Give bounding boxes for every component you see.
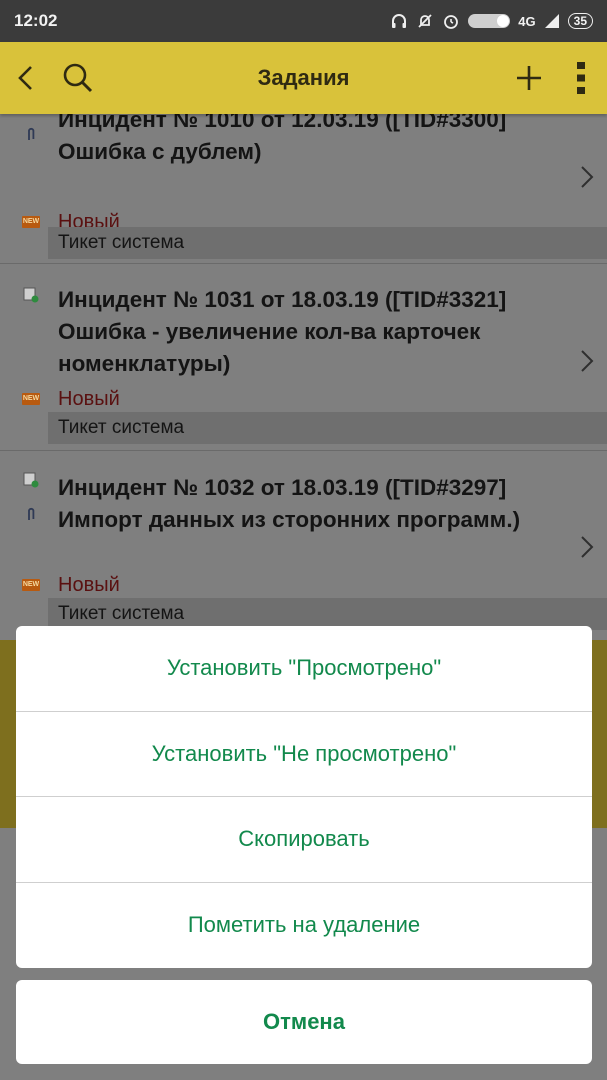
task-status: Новый — [58, 388, 120, 410]
chevron-right-icon — [581, 536, 594, 558]
chevron-right-icon — [581, 166, 594, 188]
task-type: Тикет система — [58, 417, 185, 438]
divider — [0, 450, 607, 451]
status-time: 12:02 — [14, 11, 58, 30]
headphones-icon — [390, 12, 408, 30]
task-title: Инцидент № 1031 от 18.03.19 ([TID#3321] … — [58, 287, 507, 376]
toggle-icon — [468, 14, 511, 28]
new-status-icon: NEW — [22, 579, 40, 597]
new-status-icon: NEW — [22, 216, 40, 234]
copy-button[interactable]: Скопировать — [16, 797, 592, 883]
divider — [0, 263, 607, 264]
add-button[interactable] — [503, 42, 555, 114]
mark-for-deletion-button[interactable]: Пометить на удаление — [16, 883, 592, 969]
status-icons: 4G 35 — [390, 12, 593, 30]
chevron-right-icon — [581, 350, 594, 372]
more-vert-icon — [577, 62, 585, 94]
battery-level: 35 — [567, 13, 593, 29]
back-button[interactable] — [0, 42, 52, 114]
list-item[interactable]: Инцидент № 1031 от 18.03.19 ([TID#3321] … — [0, 272, 607, 458]
network-label: 4G — [518, 13, 536, 29]
more-button[interactable] — [555, 42, 607, 114]
new-status-icon: NEW — [22, 393, 40, 411]
action-sheet: Установить "Просмотрено" Установить "Не … — [16, 626, 592, 968]
mark-unviewed-button[interactable]: Установить "Не просмотрено" — [16, 712, 592, 797]
attachment-icon — [28, 127, 35, 140]
signal-icon — [544, 13, 560, 29]
attachment-icon — [28, 507, 35, 520]
list-item[interactable]: Инцидент № 1032 от 18.03.19 ([TID#3297] … — [0, 458, 607, 630]
back-arrow-icon — [18, 66, 32, 90]
mark-viewed-button[interactable]: Установить "Просмотрено" — [16, 626, 592, 712]
list-item[interactable]: Инцидент № 1010 от 12.03.19 ([TID#3300] … — [0, 114, 607, 259]
mute-bell-icon — [416, 12, 434, 30]
toolbar: Задания — [0, 42, 607, 114]
task-title: Инцидент № 1010 от 12.03.19 ([TID#3300] … — [58, 114, 507, 164]
task-title: Инцидент № 1032 от 18.03.19 ([TID#3297] … — [58, 475, 521, 532]
search-button[interactable] — [52, 42, 104, 114]
cancel-button[interactable]: Отмена — [16, 980, 592, 1064]
task-status: Новый — [58, 574, 120, 596]
plus-icon — [517, 66, 541, 90]
viewed-document-icon — [23, 472, 39, 488]
search-icon — [63, 63, 93, 93]
alarm-icon — [442, 12, 460, 30]
viewed-document-icon — [23, 287, 39, 303]
task-type: Тикет система — [58, 232, 185, 253]
status-bar: 12:02 4G 35 — [0, 0, 607, 42]
